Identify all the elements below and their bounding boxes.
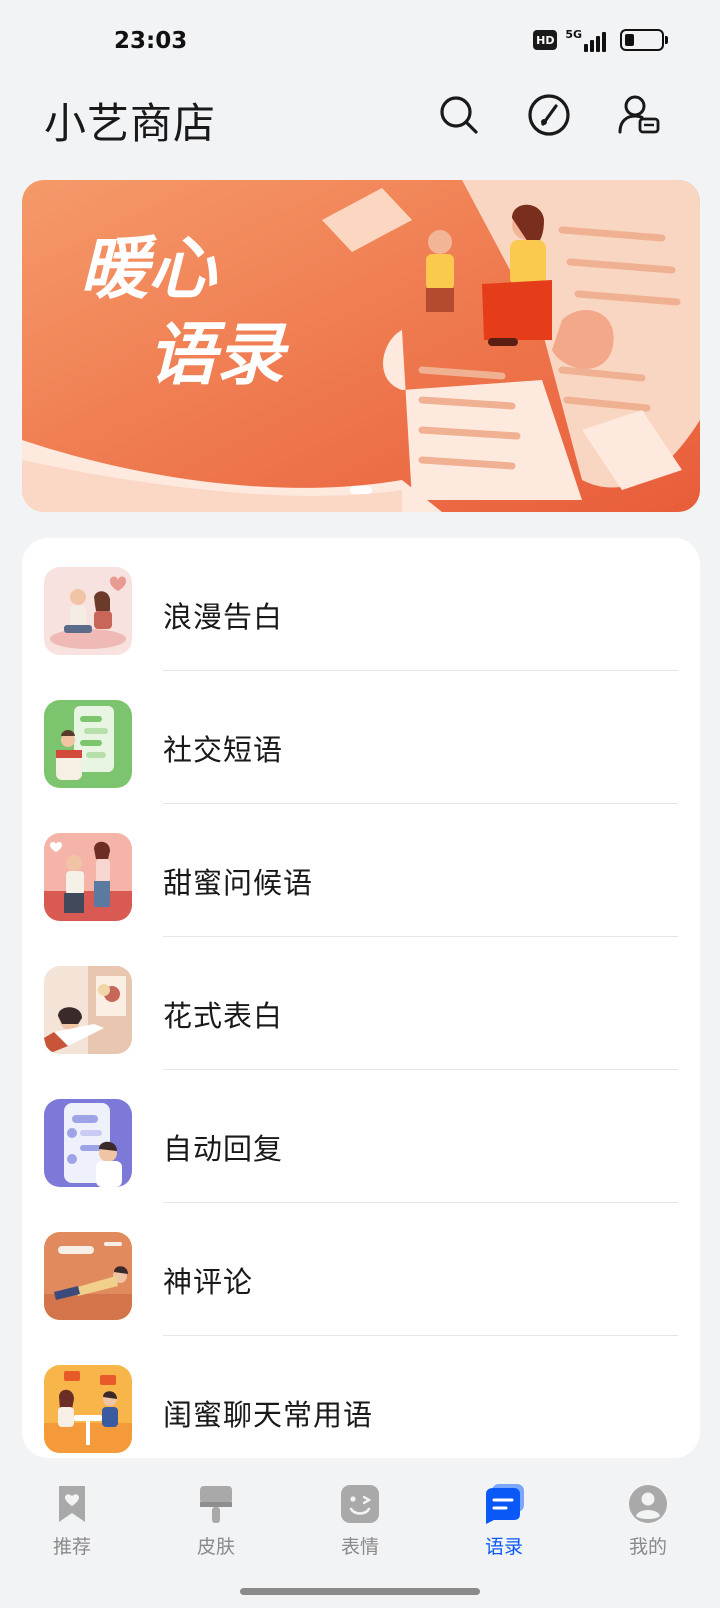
list-item-label: 社交短语 [163,733,284,767]
list-item[interactable]: 花式表白 [22,937,700,1070]
friends-chat-thumb [44,1365,132,1453]
quotes-category-list: 浪漫告白 社交短语 甜蜜问候语 花式表白 自动回复 神评论 闺蜜聊天常用语 [22,538,700,1458]
nav-item-stickers[interactable]: 表情 [288,1468,432,1578]
nav-item-skin[interactable]: 皮肤 [144,1468,288,1578]
banner-pagination [22,486,700,494]
comment-relax-thumb [44,1232,132,1320]
list-item[interactable]: 浪漫告白 [22,538,700,671]
couple-romance-thumb [44,567,132,655]
network-type: 5G [565,28,582,41]
list-item-label: 花式表白 [163,999,284,1033]
wink-face-icon [338,1482,382,1526]
list-item[interactable]: 社交短语 [22,671,700,804]
auto-reply-thumb [44,1099,132,1187]
nav-item-recommend[interactable]: 推荐 [0,1468,144,1578]
list-item-label: 闺蜜聊天常用语 [163,1398,374,1432]
list-item-label: 浪漫告白 [163,600,284,634]
nav-label: 语录 [484,1536,523,1558]
search-icon[interactable] [436,92,482,138]
pagination-dot[interactable] [350,486,372,494]
profile-icon [626,1482,670,1526]
battery-icon [620,29,668,51]
status-bar: 23:03 HD 5G [0,0,720,84]
nav-item-mine[interactable]: 我的 [576,1468,720,1578]
nav-item-quotes[interactable]: 语录 [432,1468,576,1578]
signal-icon: 5G [565,28,606,52]
list-item-label: 自动回复 [163,1132,284,1166]
bookmark-heart-icon [50,1482,94,1526]
home-indicator[interactable] [240,1588,480,1595]
page-title: 小艺商店 [44,99,217,148]
chat-phone-thumb [44,700,132,788]
list-item[interactable]: 闺蜜聊天常用语 [22,1336,700,1458]
status-indicators: HD 5G [533,28,668,52]
user-message-icon[interactable] [616,92,662,138]
sweet-greeting-thumb [44,833,132,921]
warm-quotes-banner[interactable]: 暖心 语录 [22,180,700,512]
list-item[interactable]: 甜蜜问候语 [22,804,700,937]
nav-label: 表情 [340,1536,379,1558]
status-time: 23:03 [114,28,188,54]
bottom-nav: 推荐 皮肤 表情 语录 我的 [0,1468,720,1578]
list-item-label: 神评论 [163,1265,254,1299]
flower-confession-thumb [44,966,132,1054]
hd-badge: HD [533,30,558,50]
nav-label: 推荐 [52,1536,91,1558]
nav-label: 皮肤 [196,1536,235,1558]
paint-brush-icon [194,1482,238,1526]
banner-title-line2: 语录 [148,316,290,395]
list-item[interactable]: 自动回复 [22,1070,700,1203]
nav-label: 我的 [628,1536,667,1558]
message-lines-icon [482,1482,526,1526]
app-header: 小艺商店 [0,84,720,180]
battery-level [625,34,634,46]
list-item[interactable]: 神评论 [22,1203,700,1336]
compass-icon[interactable] [526,92,572,138]
banner-title-line1: 暖心 [80,230,218,309]
list-item-label: 甜蜜问候语 [163,866,314,900]
